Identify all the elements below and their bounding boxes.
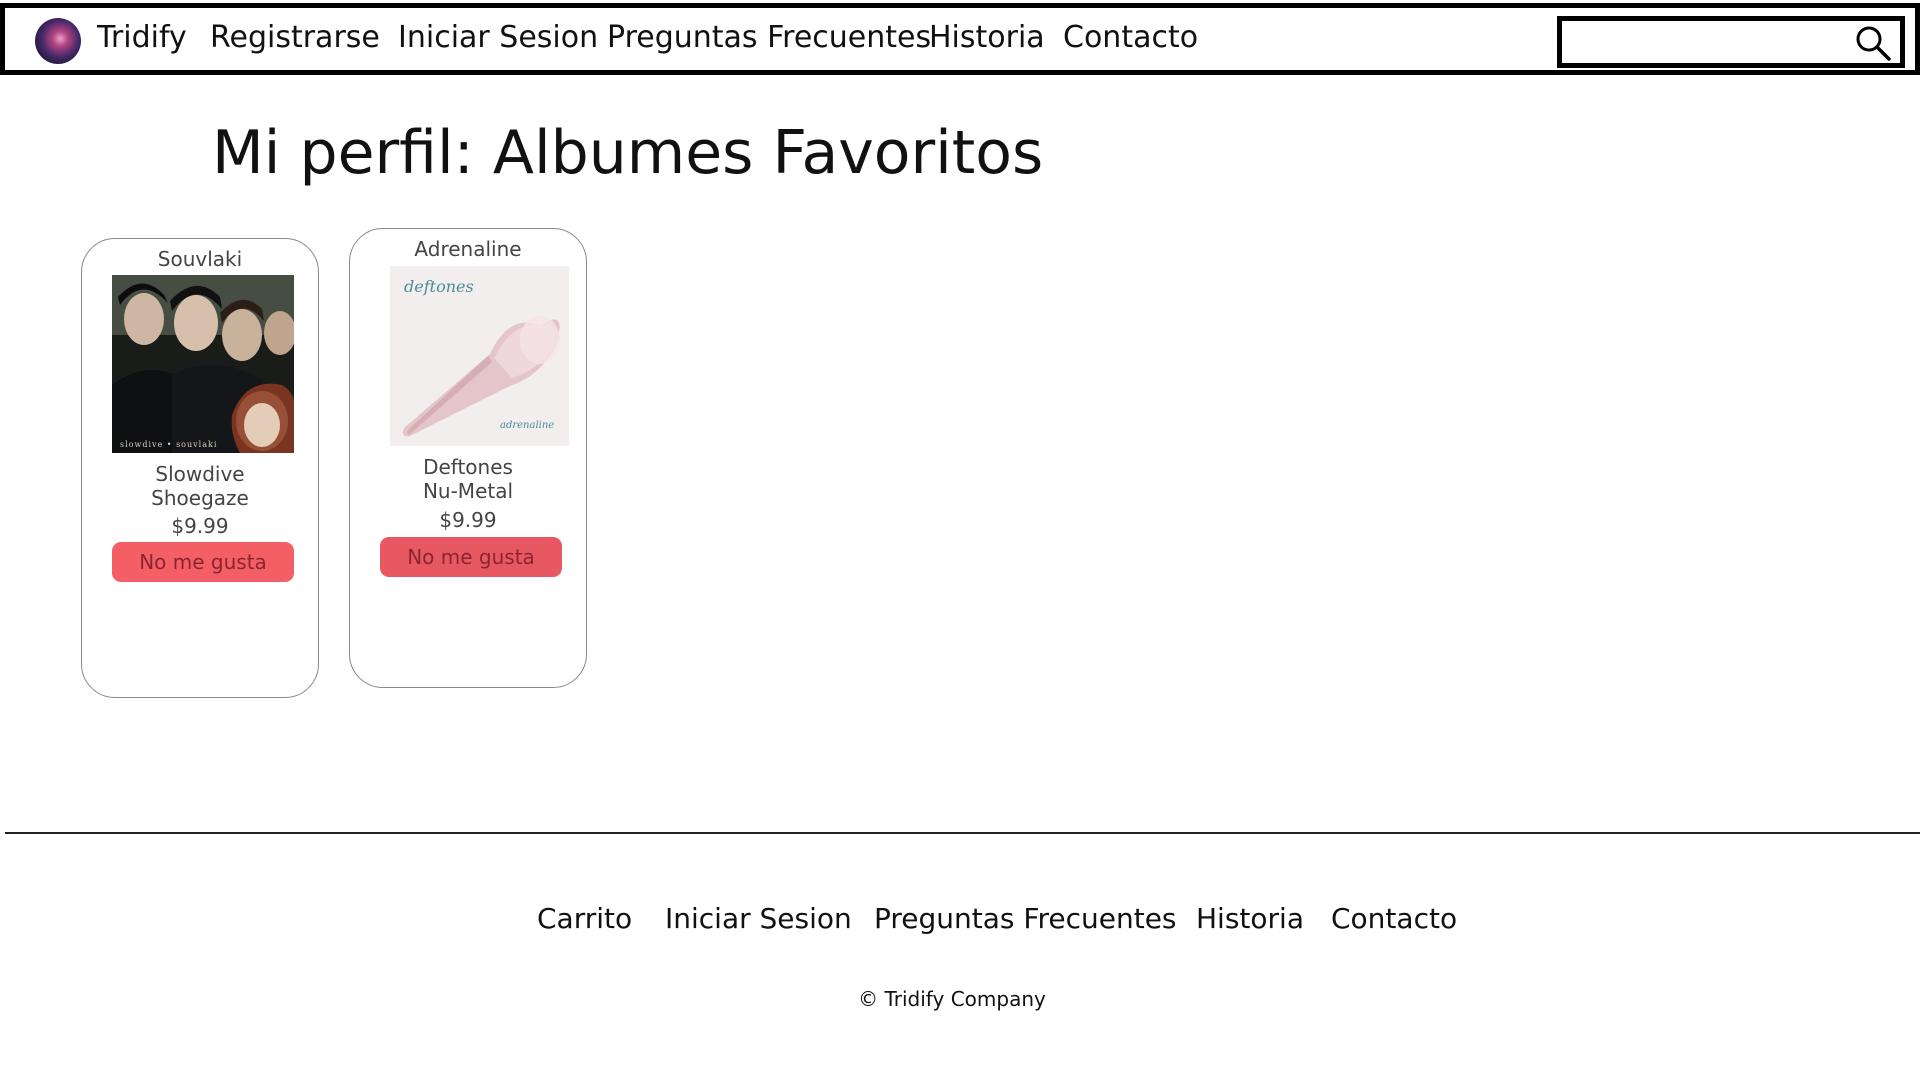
- album-artist: Slowdive: [155, 462, 245, 486]
- cover-album-name: adrenaline: [500, 420, 554, 431]
- album-artist: Deftones: [423, 455, 513, 479]
- cover-caption: slowdive • souvlaki: [120, 440, 217, 449]
- top-navbar: Tridify Registrarse Iniciar Sesion Pregu…: [0, 3, 1920, 75]
- album-card: Adrenaline deftones adrenaline Deftones …: [349, 228, 587, 688]
- cover-band-name: deftones: [404, 277, 474, 296]
- dislike-button[interactable]: No me gusta: [112, 542, 294, 582]
- page-title: Mi perfil: Albumes Favoritos: [212, 118, 1044, 188]
- album-genre: Shoegaze: [151, 486, 249, 510]
- souvlaki-cover-art: slowdive • souvlaki: [112, 275, 294, 453]
- album-card: Souvlaki slowdive • souvlaki Slowdive Sh…: [81, 238, 319, 698]
- album-price: $9.99: [439, 508, 497, 532]
- album-title: Souvlaki: [157, 247, 243, 271]
- brand-link[interactable]: Tridify: [97, 20, 187, 55]
- dislike-button[interactable]: No me gusta: [380, 537, 562, 577]
- footer-link-iniciar-sesion[interactable]: Iniciar Sesion: [665, 902, 852, 935]
- copyright-text: © Tridify Company: [858, 987, 1046, 1011]
- album-title: Adrenaline: [414, 237, 522, 261]
- nav-historia[interactable]: Historia: [929, 20, 1045, 55]
- tridify-logo[interactable]: [35, 18, 81, 64]
- footer-link-contacto[interactable]: Contacto: [1331, 902, 1457, 935]
- album-genre: Nu-Metal: [422, 479, 514, 503]
- adrenaline-cover-art: deftones adrenaline: [390, 266, 569, 446]
- album-cover-image: deftones adrenaline: [390, 266, 569, 446]
- footer-divider: [5, 832, 1920, 834]
- footer-link-preguntas-frecuentes[interactable]: Preguntas Frecuentes: [874, 902, 1177, 935]
- nav-iniciar-sesion[interactable]: Iniciar Sesion: [398, 20, 598, 55]
- nav-contacto[interactable]: Contacto: [1063, 20, 1198, 55]
- search-input[interactable]: [1566, 25, 1846, 59]
- footer-link-carrito[interactable]: Carrito: [537, 902, 632, 935]
- search-box: [1557, 16, 1905, 68]
- album-price: $9.99: [171, 514, 229, 538]
- footer-link-historia[interactable]: Historia: [1196, 902, 1304, 935]
- search-icon[interactable]: [1854, 24, 1892, 62]
- nav-registrarse[interactable]: Registrarse: [210, 20, 380, 55]
- nav-preguntas-frecuentes[interactable]: Preguntas Frecuentes: [607, 20, 931, 55]
- album-cover-image: slowdive • souvlaki: [112, 275, 294, 453]
